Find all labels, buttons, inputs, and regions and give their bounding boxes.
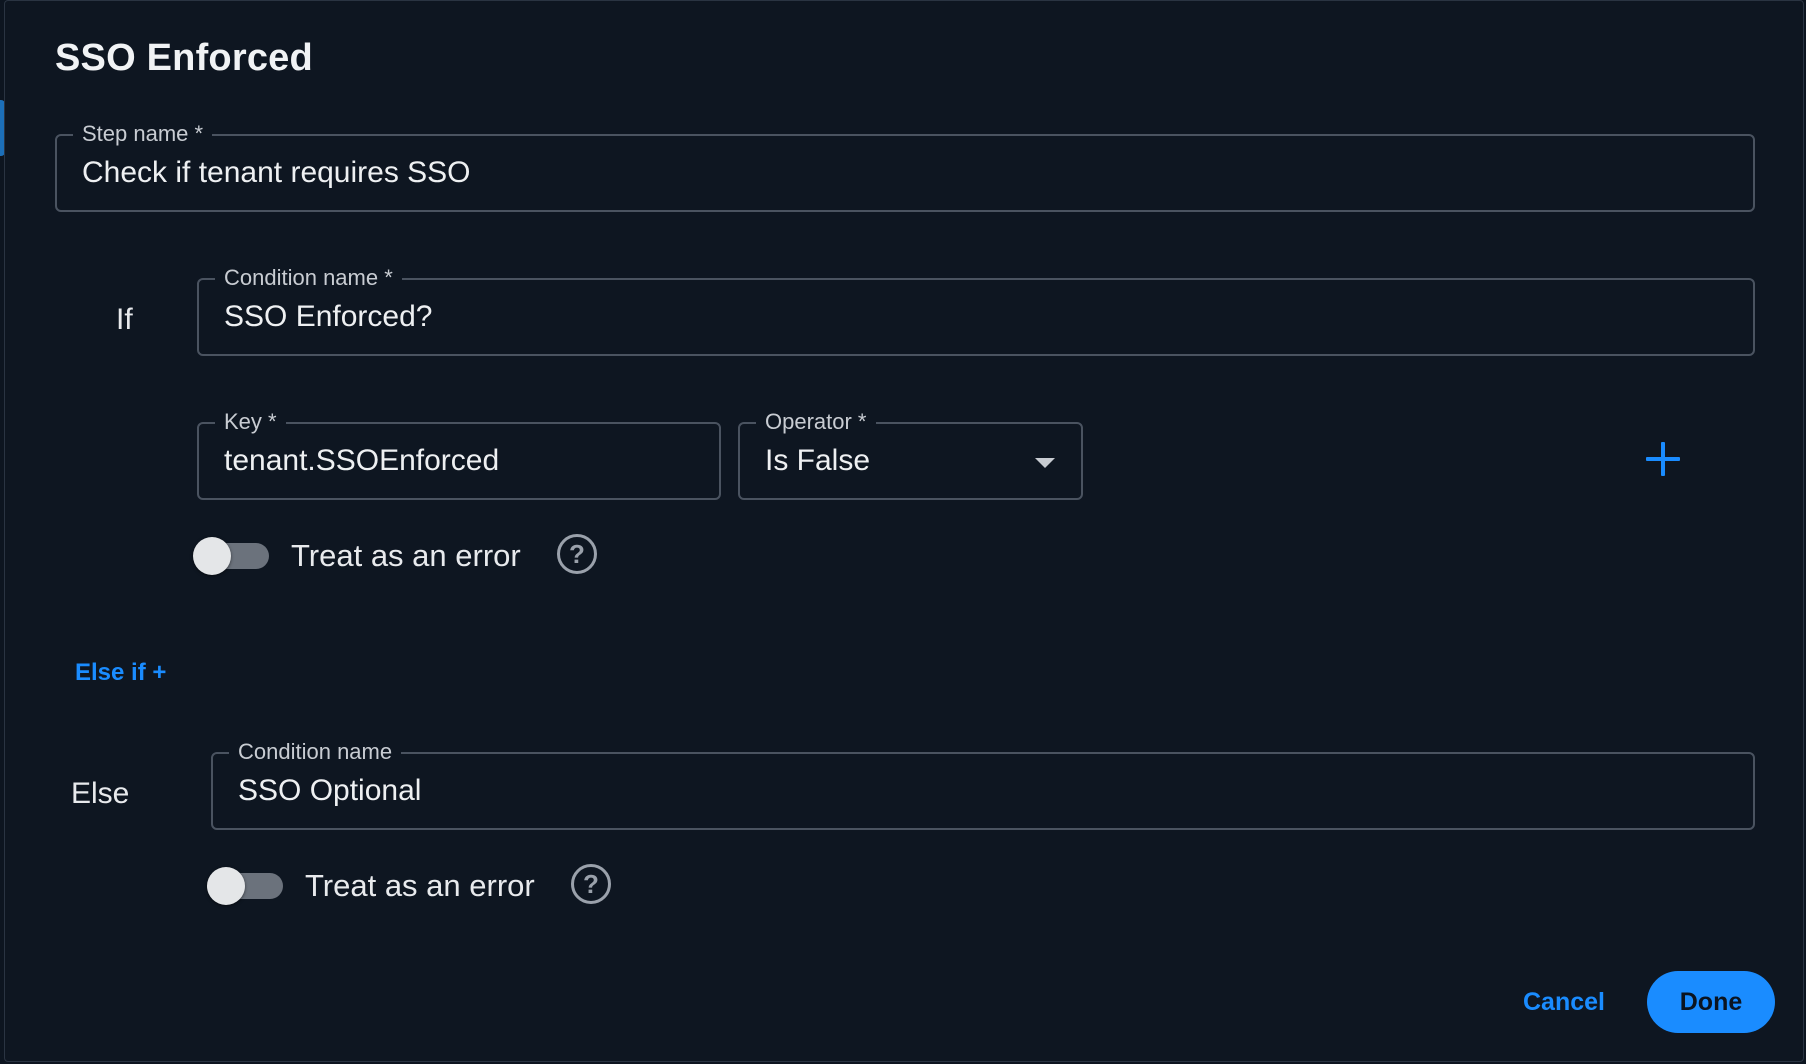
help-question-icon[interactable]: ? [571,864,611,904]
condition-dialog: SSO Enforced Step name * Check if tenant… [4,0,1804,1062]
if-condition-name-value: SSO Enforced? [224,300,433,333]
help-question-icon[interactable]: ? [557,534,597,574]
key-field[interactable]: Key * tenant.SSOEnforced [197,409,721,500]
operator-selected-value: Is False [765,444,871,477]
else-condition-name-field[interactable]: Condition name SSO Optional [211,739,1755,830]
toggle-thumb [193,537,231,575]
if-label: If [116,303,133,336]
if-treat-as-error-toggle[interactable] [193,535,271,575]
else-treat-as-error-label: Treat as an error [305,868,535,903]
key-value: tenant.SSOEnforced [224,444,500,477]
add-condition-plus-icon[interactable] [1646,442,1680,476]
else-if-add-link[interactable]: Else if + [75,659,166,687]
operator-select[interactable]: Operator * Is False [738,409,1083,500]
else-condition-name-value: SSO Optional [238,774,422,807]
step-name-value: Check if tenant requires SSO [82,156,471,189]
dialog-title: SSO Enforced [55,37,313,79]
dropdown-caret-icon [1035,458,1055,468]
done-button[interactable]: Done [1647,971,1775,1033]
if-condition-name-field[interactable]: Condition name * SSO Enforced? [197,265,1755,356]
if-treat-as-error-label: Treat as an error [291,538,521,573]
else-label: Else [71,777,130,810]
toggle-thumb [207,867,245,905]
cancel-button[interactable]: Cancel [1523,988,1605,1017]
else-treat-as-error-toggle[interactable] [207,865,285,905]
step-name-field[interactable]: Step name * Check if tenant requires SSO [55,121,1755,212]
